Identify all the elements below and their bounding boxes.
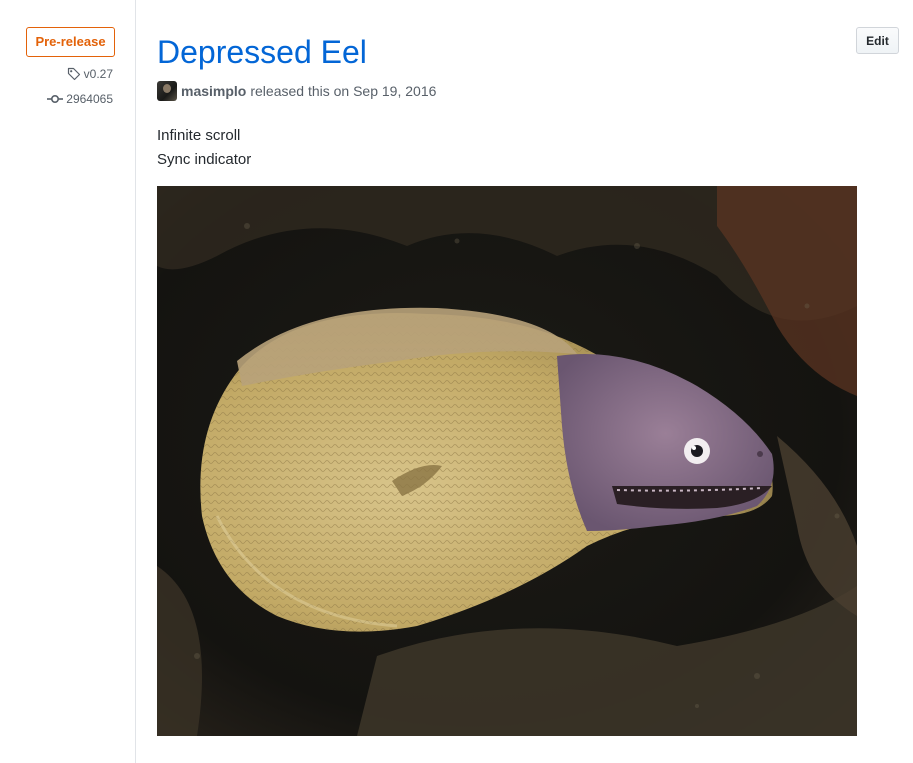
byline-text: released this on Sep 19, 2016	[250, 83, 437, 99]
release-note-item: Infinite scroll	[157, 127, 241, 144]
pre-release-badge: Pre-release	[26, 27, 115, 57]
commit-link[interactable]: 2964065	[47, 92, 113, 106]
release-byline: masimplo released this on Sep 19, 2016	[157, 81, 436, 101]
eel-illustration	[157, 186, 857, 736]
author-link[interactable]: masimplo	[181, 83, 246, 99]
release-page: Pre-release v0.27 2964065 Depressed Eel …	[0, 0, 913, 763]
moray-eel-image[interactable]	[157, 186, 857, 736]
release-meta-sidebar: Pre-release v0.27 2964065	[0, 0, 136, 763]
avatar[interactable]	[157, 81, 177, 101]
edit-button[interactable]: Edit	[856, 27, 899, 54]
tag-label: v0.27	[83, 67, 113, 81]
commit-label: 2964065	[66, 92, 113, 106]
tag-link[interactable]: v0.27	[67, 67, 113, 81]
release-note-item: Sync indicator	[157, 151, 252, 168]
tag-icon	[67, 67, 81, 81]
release-title[interactable]: Depressed Eel	[157, 30, 367, 74]
git-commit-icon	[47, 94, 64, 104]
release-notes: Infinite scroll Sync indicator	[157, 124, 251, 172]
